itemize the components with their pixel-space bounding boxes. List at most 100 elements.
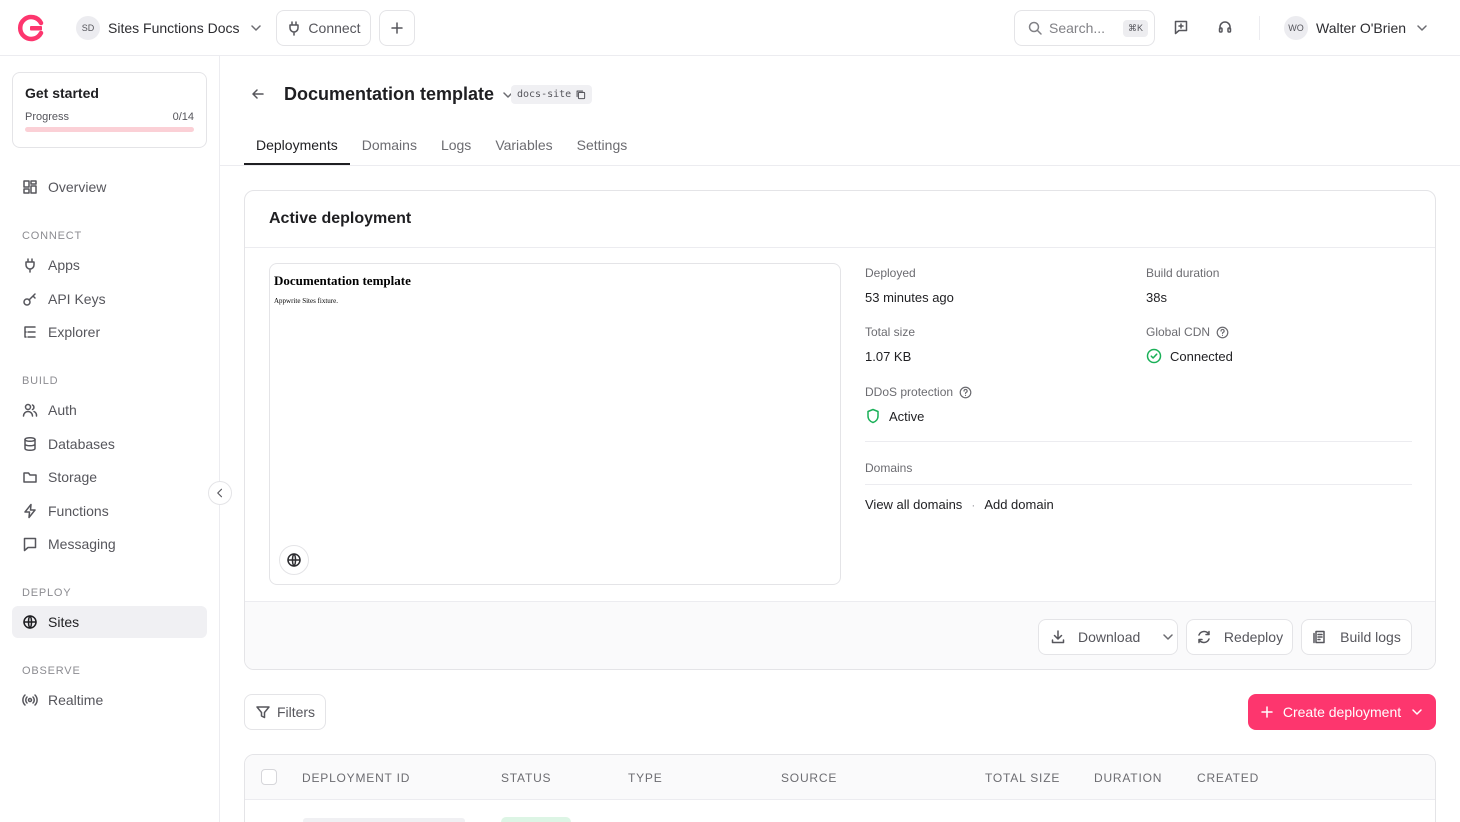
tab-divider [220, 165, 1460, 166]
divider [865, 484, 1412, 485]
select-all-checkbox[interactable] [261, 769, 277, 785]
site-title[interactable]: Documentation template [284, 84, 516, 105]
sidebar-item-overview[interactable]: Overview [12, 171, 207, 203]
top-bar: SD Sites Functions Docs Connect Search..… [0, 0, 1460, 56]
filter-icon [255, 704, 271, 720]
database-icon [22, 436, 38, 452]
sidebar-item-messaging[interactable]: Messaging [12, 528, 207, 560]
get-started-title: Get started [25, 85, 99, 101]
site-preview[interactable]: Documentation template Appwrite Sites fi… [269, 263, 841, 585]
feedback-icon[interactable] [1173, 19, 1189, 35]
project-avatar: SD [76, 16, 100, 40]
chevron-down-icon [1160, 629, 1176, 645]
site-id-badge[interactable]: docs-site [511, 85, 593, 104]
total-size-label: Total size [865, 325, 916, 339]
column-deployment-id[interactable]: DEPLOYMENT ID [302, 771, 410, 785]
tab-deployments[interactable]: Deployments [244, 128, 350, 165]
deployments-table: DEPLOYMENT ID STATUS TYPE SOURCE TOTAL S… [244, 754, 1436, 822]
build-logs-label: Build logs [1340, 629, 1401, 645]
tab-variables[interactable]: Variables [483, 128, 564, 164]
plus-icon [1259, 704, 1275, 720]
user-menu[interactable]: WO Walter O'Brien [1284, 16, 1430, 40]
back-arrow-icon[interactable] [250, 86, 266, 102]
sidebar-item-label: API Keys [48, 291, 106, 307]
sidebar-item-explorer[interactable]: Explorer [12, 316, 207, 348]
connect-button[interactable]: Connect [276, 10, 371, 46]
build-logs-button[interactable]: Build logs [1301, 619, 1412, 655]
sidebar-item-apps[interactable]: Apps [12, 249, 207, 281]
preview-subtitle: Appwrite Sites fixture. [274, 297, 338, 305]
ddos-label: DDoS protection [865, 385, 972, 399]
page-title: Documentation template [284, 84, 495, 104]
column-created[interactable]: CREATED [1197, 771, 1259, 785]
sidebar-item-auth[interactable]: Auth [12, 394, 207, 426]
download-button[interactable]: Download [1038, 619, 1178, 655]
sidebar-item-realtime[interactable]: Realtime [12, 684, 207, 716]
add-button[interactable] [379, 10, 415, 46]
realtime-broadcast-icon [22, 692, 38, 708]
redeploy-button[interactable]: Redeploy [1186, 619, 1293, 655]
column-duration[interactable]: DURATION [1094, 771, 1162, 785]
search-placeholder: Search... [1049, 20, 1106, 36]
status-badge [501, 817, 571, 822]
create-deployment-button[interactable]: Create deployment [1248, 694, 1436, 730]
sidebar-item-databases[interactable]: Databases [12, 428, 207, 460]
sidebar-item-label: Sites [48, 614, 80, 630]
redeploy-label: Redeploy [1223, 629, 1284, 645]
overview-grid-icon [22, 179, 38, 195]
support-headset-icon[interactable] [1217, 19, 1233, 35]
project-switcher[interactable]: SD Sites Functions Docs [76, 16, 264, 40]
sidebar-item-functions[interactable]: Functions [12, 495, 207, 527]
filters-label: Filters [276, 704, 316, 720]
tab-settings[interactable]: Settings [565, 128, 640, 164]
divider [865, 441, 1412, 442]
key-icon [22, 291, 38, 307]
build-duration-label: Build duration [1146, 266, 1220, 280]
shield-icon [865, 408, 881, 424]
separator-dot: · [971, 497, 976, 512]
preview-title: Documentation template [274, 273, 411, 288]
globe-icon [286, 552, 302, 568]
divider [245, 247, 1435, 248]
global-cdn-value: Connected [1170, 348, 1233, 364]
column-source[interactable]: SOURCE [781, 771, 837, 785]
sidebar-item-label: Explorer [48, 324, 101, 340]
add-domain-link[interactable]: Add domain [984, 497, 1053, 512]
total-size-value: 1.07 KB [865, 349, 912, 364]
help-icon[interactable] [1216, 326, 1229, 339]
search-input[interactable]: Search... ⌘K [1014, 10, 1155, 46]
table-row[interactable] [303, 818, 465, 822]
user-name: Walter O'Brien [1316, 20, 1407, 36]
sidebar-item-label: Storage [48, 469, 98, 485]
collapse-sidebar-button[interactable] [208, 481, 232, 505]
sidebar-item-storage[interactable]: Storage [12, 461, 207, 493]
download-label: Download [1078, 629, 1141, 645]
sidebar-item-api-keys[interactable]: API Keys [12, 283, 207, 315]
column-total-size[interactable]: TOTAL SIZE [985, 771, 1060, 785]
get-started-card[interactable]: Get started Progress 0/14 [12, 72, 207, 148]
plug-icon [22, 257, 38, 273]
column-type[interactable]: TYPE [628, 771, 663, 785]
search-icon [1027, 20, 1043, 36]
bolt-icon [22, 503, 38, 519]
plus-icon [389, 20, 405, 36]
sidebar-item-label: Apps [48, 257, 80, 273]
copy-icon[interactable] [575, 89, 586, 100]
project-name: Sites Functions Docs [108, 20, 240, 36]
ddos-label-text: DDoS protection [865, 385, 954, 399]
tab-domains[interactable]: Domains [350, 128, 429, 164]
progress-label: Progress [25, 111, 70, 123]
help-icon[interactable] [959, 386, 972, 399]
view-all-domains-link[interactable]: View all domains [865, 497, 962, 512]
chevron-left-icon [214, 487, 226, 499]
filters-button[interactable]: Filters [244, 694, 326, 730]
column-status[interactable]: STATUS [501, 771, 551, 785]
sidebar-item-sites[interactable]: Sites [12, 606, 207, 638]
chevron-down-icon [248, 20, 264, 36]
appwrite-logo-icon[interactable] [17, 14, 45, 42]
tab-logs[interactable]: Logs [429, 128, 483, 164]
divider [1259, 16, 1260, 40]
sidebar-item-label: Functions [48, 503, 109, 519]
open-site-button[interactable] [279, 545, 309, 575]
sidebar-item-label: Overview [48, 179, 107, 195]
